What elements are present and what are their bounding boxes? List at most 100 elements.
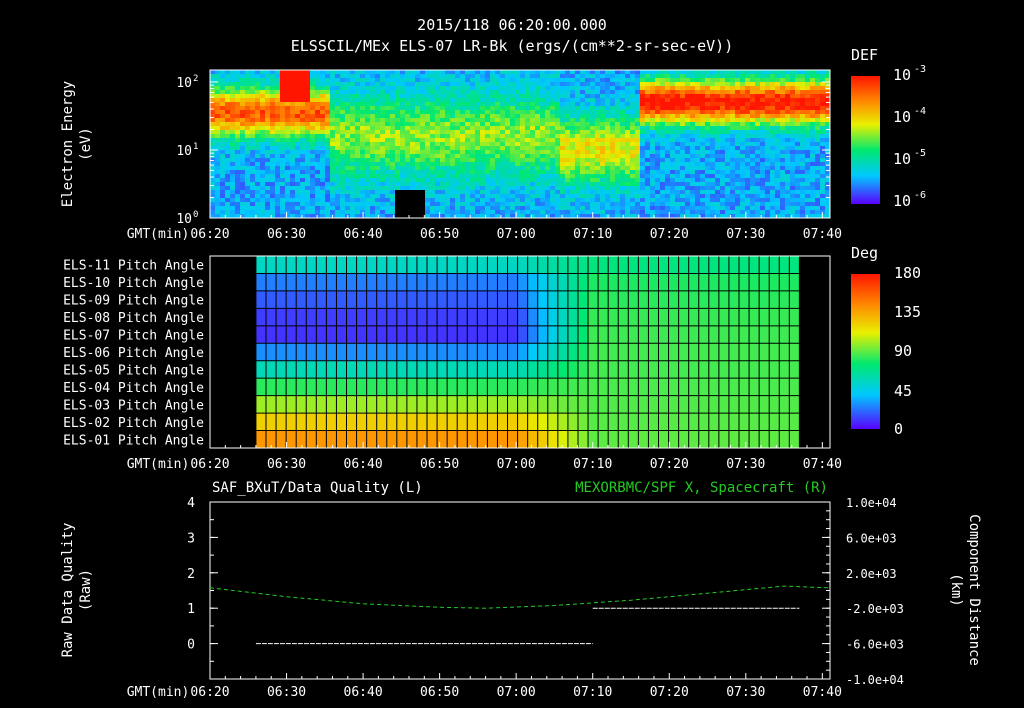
spectrogram-cell bbox=[340, 206, 346, 211]
spectrogram-cell bbox=[405, 170, 411, 175]
spectrogram-cell bbox=[740, 186, 746, 191]
spectrogram-cell bbox=[575, 110, 581, 115]
spectrogram-cell bbox=[405, 210, 411, 215]
spectrogram-cell bbox=[280, 178, 286, 183]
spectrogram-cell bbox=[360, 106, 366, 111]
spectrogram-cell bbox=[685, 90, 691, 95]
spectrogram-cell bbox=[605, 118, 611, 123]
spectrogram-cell bbox=[460, 194, 466, 199]
spectrogram-cell bbox=[245, 190, 251, 195]
spectrogram-cell bbox=[545, 194, 551, 199]
spectrogram-cell bbox=[570, 90, 576, 95]
spectrogram-cell bbox=[620, 210, 626, 215]
spectrogram-cell bbox=[440, 150, 446, 155]
spectrogram-cell bbox=[805, 110, 811, 115]
spectrogram-cell bbox=[750, 122, 756, 127]
spectrogram-cell bbox=[665, 122, 671, 127]
spectrogram-cell bbox=[690, 126, 696, 131]
spectrogram-cell bbox=[385, 202, 391, 207]
pitch-angle-cell bbox=[306, 273, 317, 292]
pitch-angle-cell bbox=[386, 430, 398, 449]
spectrogram-cell bbox=[785, 90, 791, 95]
spectrogram-cell bbox=[275, 206, 281, 211]
spectrogram-cell bbox=[375, 154, 381, 159]
def-colorbar-exponent: -6 bbox=[914, 190, 926, 201]
spectrogram-cell bbox=[425, 162, 431, 167]
spectrogram-cell bbox=[220, 130, 226, 135]
spectrogram-cell bbox=[800, 206, 806, 211]
spectrogram-cell bbox=[255, 78, 261, 83]
spectrogram-cell bbox=[330, 194, 336, 199]
spectrogram-cell bbox=[565, 206, 571, 211]
spectrogram-cell bbox=[290, 126, 296, 131]
spectrogram-cell bbox=[380, 186, 386, 191]
spectrogram-cell bbox=[555, 154, 561, 159]
spectrogram-cell bbox=[465, 94, 471, 99]
spectrogram-cell bbox=[740, 118, 746, 123]
spectrogram-cell bbox=[680, 118, 686, 123]
spectrogram-cell bbox=[550, 118, 556, 123]
spectrogram-cell bbox=[295, 158, 301, 163]
spectrogram-cell bbox=[475, 138, 481, 143]
spectrogram-cell bbox=[440, 70, 446, 75]
spectrogram-cell bbox=[630, 142, 636, 147]
spectrogram-cell bbox=[350, 110, 356, 115]
spectrogram-cell bbox=[465, 86, 471, 91]
spectrogram-cell bbox=[650, 166, 656, 171]
spectrogram-cell bbox=[250, 198, 256, 203]
spectrogram-cell bbox=[345, 74, 351, 79]
spectrogram-cell bbox=[275, 78, 281, 83]
spectrogram-cell bbox=[375, 158, 381, 163]
pitch-angle-cell bbox=[306, 395, 317, 414]
spectrogram-cell bbox=[635, 174, 641, 179]
spectrogram-cell bbox=[750, 102, 756, 107]
pitch-angle-cell bbox=[265, 308, 277, 327]
spectrogram-cell bbox=[420, 146, 426, 151]
spectrogram-cell bbox=[570, 150, 576, 155]
spectrogram-cell bbox=[675, 190, 681, 195]
spectrogram-cell bbox=[455, 110, 461, 115]
spectrogram-cell bbox=[700, 118, 706, 123]
spectrogram-cell bbox=[510, 146, 516, 151]
spectrogram-cell bbox=[460, 98, 466, 103]
spectrogram-cell bbox=[745, 154, 751, 159]
spectrogram-cell bbox=[305, 130, 311, 135]
spectrogram-cell bbox=[345, 134, 351, 139]
spectrogram-cell bbox=[660, 138, 666, 143]
spectrogram-cell bbox=[630, 194, 636, 199]
spectrogram-cell bbox=[265, 194, 271, 199]
spectrogram-cell bbox=[415, 166, 421, 171]
spectrogram-cell bbox=[620, 110, 626, 115]
spectrogram-cell bbox=[280, 134, 286, 139]
spectrogram-cell bbox=[340, 94, 346, 99]
spectrogram-cell bbox=[640, 154, 646, 159]
spectrogram-cell bbox=[610, 154, 616, 159]
spectrogram-cell bbox=[770, 150, 776, 155]
spectrogram-cell bbox=[265, 106, 271, 111]
spectrogram-cell bbox=[635, 106, 641, 111]
pitch-angle-cell bbox=[346, 290, 357, 309]
spectrogram-cell bbox=[390, 134, 396, 139]
pitch-angle-cell bbox=[396, 343, 408, 362]
spectrogram-cell bbox=[355, 198, 361, 203]
spectrogram-cell bbox=[235, 162, 241, 167]
spectrogram-cell bbox=[320, 182, 326, 187]
spectrogram-cell bbox=[320, 74, 326, 79]
spectrogram-cell bbox=[505, 90, 511, 95]
pitch-angle-cell bbox=[346, 256, 357, 274]
pitch-angle-cell bbox=[366, 325, 377, 344]
spectrogram-cell bbox=[545, 178, 551, 183]
spectrogram-cell bbox=[755, 106, 761, 111]
spectrogram-cell bbox=[740, 178, 746, 183]
spectrogram-cell bbox=[595, 126, 601, 131]
pitch-angle-cell bbox=[296, 256, 307, 274]
spectrogram-cell bbox=[545, 146, 551, 151]
spectrogram-cell bbox=[565, 210, 571, 215]
spectrogram-cell bbox=[735, 142, 741, 147]
spectrogram-cell bbox=[625, 198, 631, 203]
spectrogram-cell bbox=[690, 166, 696, 171]
spectrogram-cell bbox=[670, 110, 676, 115]
spectrogram-cell bbox=[730, 210, 736, 215]
spectrogram-cell bbox=[725, 82, 731, 87]
spectrogram-cell bbox=[500, 154, 506, 159]
